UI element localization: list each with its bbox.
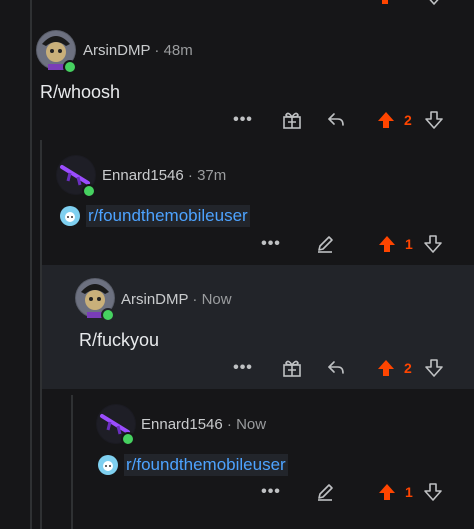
subreddit-icon	[98, 455, 118, 475]
thread-line-1	[30, 0, 32, 529]
award-icon[interactable]	[281, 357, 303, 379]
online-status-icon	[82, 184, 96, 198]
online-status-icon	[121, 432, 135, 446]
subreddit-link-text[interactable]: r/foundthemobileuser	[124, 454, 288, 476]
subreddit-icon	[60, 206, 80, 226]
upvote-icon[interactable]	[375, 109, 397, 131]
subreddit-link-text[interactable]: r/foundthemobileuser	[86, 205, 250, 227]
comment-author[interactable]: ArsinDMP · Now	[121, 291, 232, 308]
vote-count: 2	[404, 360, 412, 376]
more-options-button[interactable]: •••	[258, 234, 284, 254]
upvote-button-top[interactable]	[375, 0, 395, 6]
vote-count: 1	[405, 236, 413, 252]
more-options-button[interactable]: •••	[230, 110, 256, 130]
comment-author[interactable]: ArsinDMP · 48m	[83, 42, 193, 59]
vote-count: 2	[404, 112, 412, 128]
username[interactable]: ArsinDMP	[121, 291, 188, 308]
downvote-icon[interactable]	[422, 481, 444, 503]
award-icon[interactable]	[281, 109, 303, 131]
separator: ·	[226, 416, 232, 433]
upvote-icon[interactable]	[375, 357, 397, 379]
edit-icon[interactable]	[314, 233, 336, 255]
subreddit-link[interactable]: r/foundthemobileuser	[98, 454, 288, 476]
reply-icon[interactable]	[325, 357, 347, 379]
upvote-icon[interactable]	[376, 233, 398, 255]
separator: ·	[187, 167, 193, 184]
downvote-icon[interactable]	[423, 109, 445, 131]
username[interactable]: Ennard1546	[102, 167, 184, 184]
reply-icon[interactable]	[325, 109, 347, 131]
online-status-icon	[63, 60, 77, 74]
username[interactable]: ArsinDMP	[83, 42, 150, 59]
timestamp: Now	[236, 416, 267, 433]
more-options-button[interactable]: •••	[258, 482, 284, 502]
thread-line-3	[71, 395, 73, 529]
username[interactable]: Ennard1546	[141, 416, 223, 433]
more-options-button[interactable]: •••	[230, 358, 256, 378]
vote-count: 1	[405, 484, 413, 500]
downvote-icon[interactable]	[423, 357, 445, 379]
comment-author[interactable]: Ennard1546 · 37m	[102, 167, 226, 184]
timestamp: 37m	[197, 167, 227, 184]
comment-body: R/whoosh	[40, 82, 121, 102]
online-status-icon	[101, 308, 115, 322]
separator: ·	[154, 42, 160, 59]
downvote-button-top[interactable]	[424, 0, 444, 6]
subreddit-link[interactable]: r/foundthemobileuser	[60, 205, 250, 227]
timestamp: Now	[201, 291, 232, 308]
downvote-icon[interactable]	[422, 233, 444, 255]
comment-body: R/fuckyou	[79, 330, 160, 350]
upvote-icon[interactable]	[376, 481, 398, 503]
edit-icon[interactable]	[314, 481, 336, 503]
comment-author[interactable]: Ennard1546 · Now	[141, 416, 266, 433]
timestamp: 48m	[163, 42, 193, 59]
separator: ·	[192, 291, 198, 308]
